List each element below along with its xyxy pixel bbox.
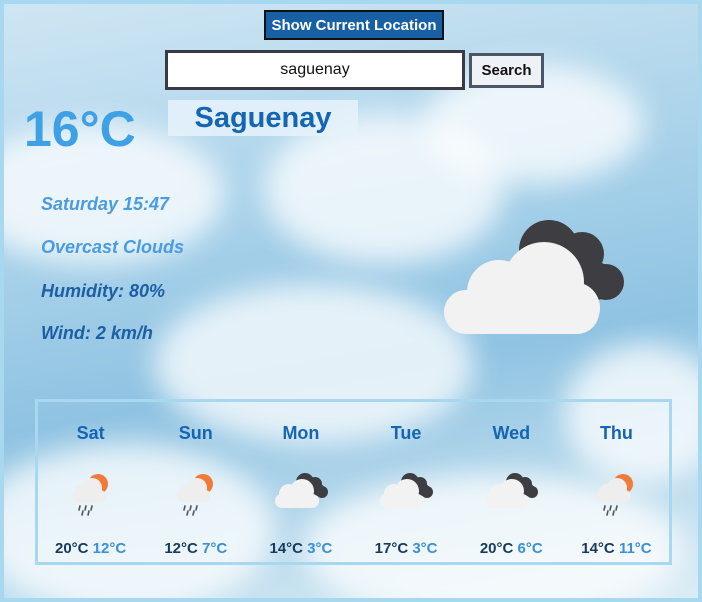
forecast-day: Thu 14°C 11°C: [564, 402, 669, 562]
forecast-low: 12°C: [92, 540, 127, 557]
forecast-day-name: Sun: [178, 423, 213, 443]
city-name: Saguenay: [168, 100, 358, 136]
forecast-temps: 14°C 3°C: [248, 540, 353, 557]
forecast-day: Sat 20°C 12°C: [38, 402, 143, 562]
forecast-high: 20°C: [479, 540, 514, 557]
humidity: Humidity: 80%: [41, 281, 166, 301]
search-input[interactable]: [165, 50, 465, 90]
forecast-temps: 17°C 3°C: [354, 540, 459, 557]
forecast-low: 3°C: [307, 540, 333, 557]
forecast-high: 20°C: [54, 540, 89, 557]
forecast-low: 7°C: [202, 540, 228, 557]
date-time: Saturday 15:47: [41, 194, 170, 214]
forecast-high: 14°C: [269, 540, 303, 557]
forecast-panel: Sat 20°C 12°C Sun 12°C 7°C Mon 14°C 3°C …: [35, 399, 672, 565]
forecast-day-name: Mon: [282, 423, 320, 443]
forecast-day: Mon 14°C 3°C: [248, 402, 353, 562]
overcast-clouds-icon: [274, 473, 328, 508]
rain-sun-icon: [71, 474, 108, 516]
forecast-day: Wed 20°C 6°C: [459, 402, 564, 562]
forecast-temps: 14°C 11°C: [564, 540, 669, 557]
forecast-high: 14°C: [581, 540, 615, 557]
forecast-temps: 20°C 12°C: [38, 540, 143, 557]
wind: Wind: 2 km/h: [41, 323, 153, 343]
overcast-clouds-icon: [380, 473, 434, 508]
forecast-low: 11°C: [618, 540, 652, 557]
forecast-low: 6°C: [517, 540, 543, 557]
current-temperature: 16°C: [24, 101, 136, 157]
forecast-high: 17°C: [374, 540, 409, 557]
forecast-day-name: Thu: [599, 423, 633, 443]
rain-sun-icon: [176, 474, 213, 516]
forecast-day: Tue 17°C 3°C: [354, 402, 459, 562]
forecast-temps: 20°C 6°C: [459, 540, 564, 557]
weather-app: Show Current Location Search 16°C Saguen…: [0, 0, 702, 602]
rain-sun-icon: [597, 474, 634, 516]
forecast-temps: 12°C 7°C: [143, 540, 248, 557]
show-current-location-button[interactable]: Show Current Location: [264, 10, 444, 40]
forecast-day-name: Wed: [492, 423, 531, 443]
forecast-day-name: Tue: [390, 423, 422, 443]
forecast-day: Sun 12°C 7°C: [143, 402, 248, 562]
weather-description: Overcast Clouds: [41, 237, 185, 257]
overcast-clouds-icon: [444, 220, 624, 334]
forecast-day-name: Sat: [76, 423, 105, 443]
overcast-clouds-icon: [485, 473, 539, 508]
forecast-low: 3°C: [412, 540, 438, 557]
forecast-high: 12°C: [164, 540, 198, 557]
search-button[interactable]: Search: [469, 53, 544, 88]
